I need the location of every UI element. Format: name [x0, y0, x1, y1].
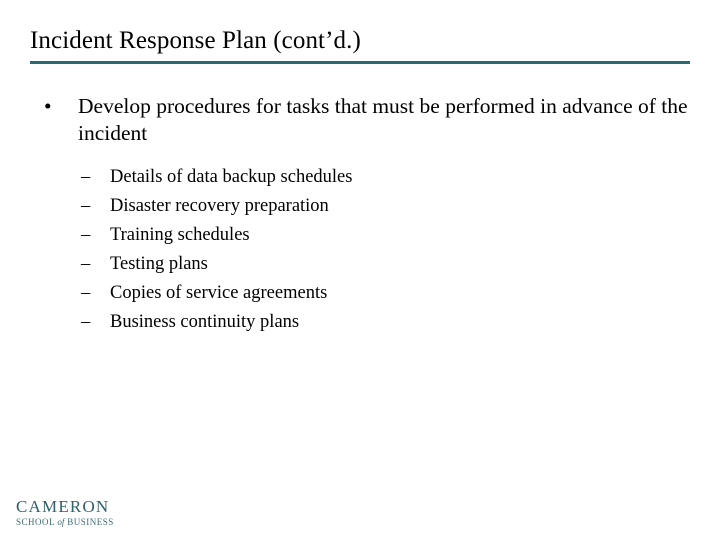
logo-secondary-conjunction: of [57, 517, 65, 527]
title-underline-rule [30, 61, 690, 64]
bullet-dash-icon: – [81, 283, 91, 303]
bullet-dot-icon: • [44, 94, 52, 118]
sub-bullet-list: – Details of data backup schedules – Dis… [0, 163, 720, 337]
sub-bullet-text: Disaster recovery preparation [110, 196, 329, 216]
sub-bullet-text: Business continuity plans [110, 312, 300, 332]
bullet-dash-icon: – [81, 312, 91, 332]
sub-bullet-text: Details of data backup schedules [110, 167, 353, 187]
logo-secondary-prefix: SCHOOL [16, 517, 55, 527]
logo-primary-text: CAMERON [16, 497, 110, 516]
sub-bullet-text: Copies of service agreements [110, 283, 328, 303]
list-item: – Disaster recovery preparation [0, 192, 720, 221]
title-block: Incident Response Plan (cont’d.) [30, 26, 690, 56]
page-title: Incident Response Plan (cont’d.) [30, 27, 361, 54]
list-item: – Business continuity plans [0, 308, 720, 337]
bullet-dash-icon: – [81, 254, 91, 274]
list-item: • Develop procedures for tasks that must… [0, 93, 720, 147]
logo-secondary-text: SCHOOL of BUSINESS [16, 517, 126, 528]
list-item: – Copies of service agreements [0, 279, 720, 308]
cameron-school-of-business-logo: CAMERON SCHOOL of BUSINESS [16, 498, 126, 528]
sub-bullet-text: Training schedules [110, 225, 250, 245]
list-item: – Training schedules [0, 221, 720, 250]
slide: Incident Response Plan (cont’d.) • Devel… [0, 0, 720, 540]
bullet-dash-icon: – [81, 225, 91, 245]
bullet-text: Develop procedures for tasks that must b… [78, 94, 688, 145]
bullet-dash-icon: – [81, 196, 91, 216]
bullet-dash-icon: – [81, 167, 91, 187]
logo-secondary-suffix: BUSINESS [67, 517, 114, 527]
sub-bullet-text: Testing plans [110, 254, 208, 274]
list-item: – Details of data backup schedules [0, 163, 720, 192]
slide-body: • Develop procedures for tasks that must… [0, 93, 720, 337]
list-item: – Testing plans [0, 250, 720, 279]
